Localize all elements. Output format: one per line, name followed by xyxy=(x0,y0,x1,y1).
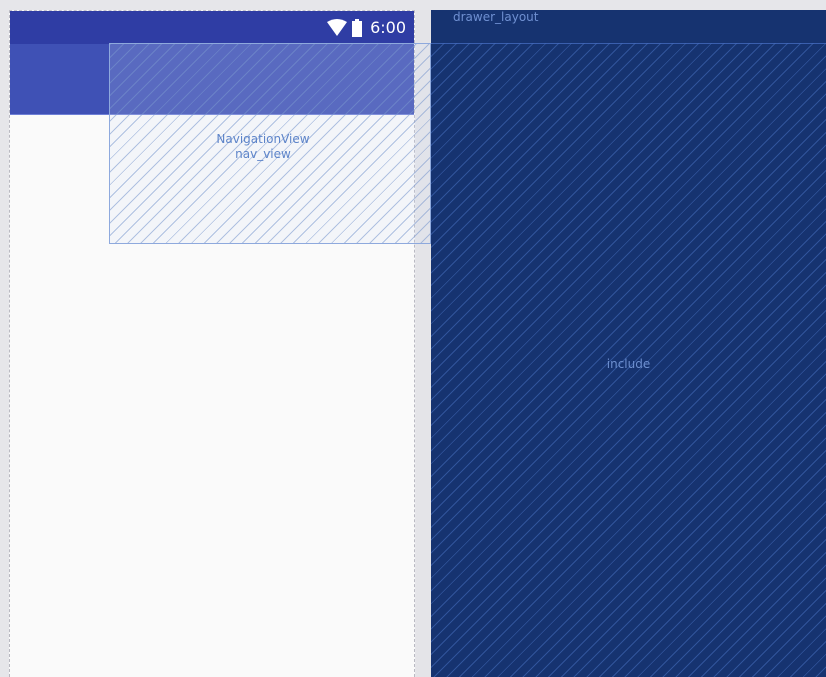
navigation-view-class: NavigationView xyxy=(216,132,310,146)
drawer-layout-label: drawer_layout xyxy=(453,10,539,24)
battery-icon xyxy=(352,19,363,37)
navigation-view-id: nav_view xyxy=(235,147,291,161)
status-icons: 6:00 xyxy=(326,17,406,39)
blueprint-preview[interactable]: drawer_layout include xyxy=(431,10,826,677)
wifi-icon xyxy=(327,19,348,36)
include-label: include xyxy=(606,357,651,371)
status-time: 6:00 xyxy=(370,18,406,37)
include-component[interactable]: include xyxy=(431,43,826,677)
layout-editor-canvas: 6:00 NavigationView nav_view drawer_layo… xyxy=(0,0,826,677)
navigation-view-outline[interactable]: NavigationView nav_view xyxy=(109,43,431,244)
drawer-layout-header: drawer_layout xyxy=(431,10,826,44)
status-bar: 6:00 xyxy=(10,11,414,44)
navigation-view-label: NavigationView nav_view xyxy=(110,132,416,162)
